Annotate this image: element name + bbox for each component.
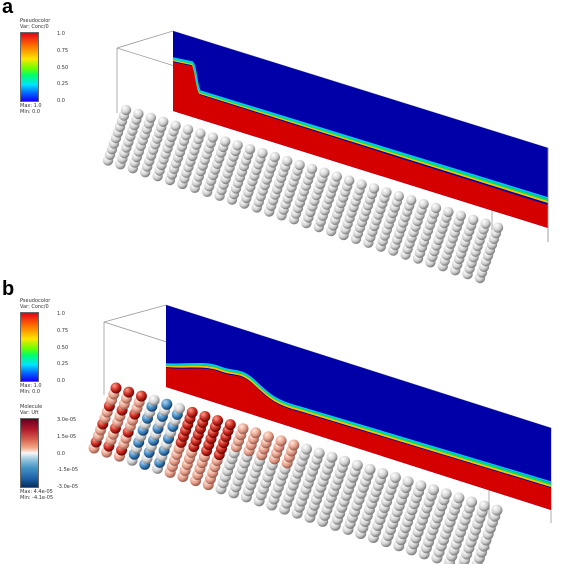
particle-sphere — [161, 398, 173, 410]
particle-sphere — [282, 155, 293, 167]
particle-sphere — [186, 406, 198, 418]
particle-sphere — [430, 202, 442, 214]
particle-sphere — [455, 210, 466, 221]
particle-sphere — [250, 427, 262, 439]
particle-sphere — [415, 480, 427, 492]
particle-sphere — [232, 140, 243, 151]
particle-sphere — [356, 179, 367, 190]
particle-sphere — [135, 390, 147, 402]
particle-sphere — [224, 419, 236, 431]
particle-sphere — [306, 163, 318, 174]
particle-sphere — [319, 167, 330, 178]
particle-sphere — [123, 386, 135, 398]
particle-sphere — [453, 492, 465, 504]
particle-sphere — [466, 496, 478, 508]
particle-sphere — [368, 183, 380, 194]
particle-sphere — [294, 159, 305, 171]
particle-sphere — [110, 382, 122, 394]
particle-sphere — [244, 144, 256, 155]
particle-sphere — [237, 423, 249, 435]
particle-sphere — [262, 431, 274, 443]
particle-sphere — [158, 116, 169, 128]
scene-a — [102, 30, 549, 284]
particle-sphere — [389, 472, 401, 483]
particle-sphere — [331, 171, 342, 182]
particle-sphere — [313, 447, 325, 459]
particle-sphere — [402, 476, 414, 488]
particle-sphere — [182, 124, 194, 135]
particle-sphere — [468, 214, 479, 225]
particle-sphere — [220, 136, 231, 147]
particle-sphere — [120, 104, 132, 116]
particle-sphere — [174, 402, 185, 414]
particle-sphere — [257, 147, 268, 159]
particle-sphere — [148, 394, 160, 406]
particle-sphere — [393, 191, 404, 202]
particle-sphere — [301, 443, 312, 455]
particle-sphere — [351, 459, 363, 471]
particle-sphere — [288, 439, 300, 451]
particle-sphere — [492, 222, 504, 233]
particle-sphere — [480, 218, 491, 229]
particle-sphere — [145, 112, 156, 124]
particle-sphere — [207, 132, 218, 143]
particle-sphere — [491, 504, 503, 516]
particle-sphere — [428, 484, 439, 496]
particle-sphere — [418, 198, 429, 210]
particle-sphere — [478, 500, 490, 512]
particle-sphere — [326, 451, 338, 463]
simulation-scenes — [88, 30, 552, 564]
particle-sphere — [170, 120, 181, 131]
particle-sphere — [443, 206, 454, 218]
particle-sphere — [377, 468, 389, 479]
particle-sphere — [195, 128, 206, 139]
particle-sphere — [199, 411, 211, 422]
particle-sphere — [133, 108, 144, 120]
particle-sphere — [364, 463, 376, 475]
particle-sphere — [381, 187, 392, 198]
particle-sphere — [339, 455, 351, 467]
particle-sphere — [440, 488, 452, 500]
particle-sphere — [344, 175, 355, 186]
particle-sphere — [406, 195, 417, 206]
particle-sphere — [269, 151, 280, 163]
particle-sphere — [212, 415, 224, 427]
scene-b — [88, 304, 552, 564]
particle-sphere — [275, 435, 287, 447]
